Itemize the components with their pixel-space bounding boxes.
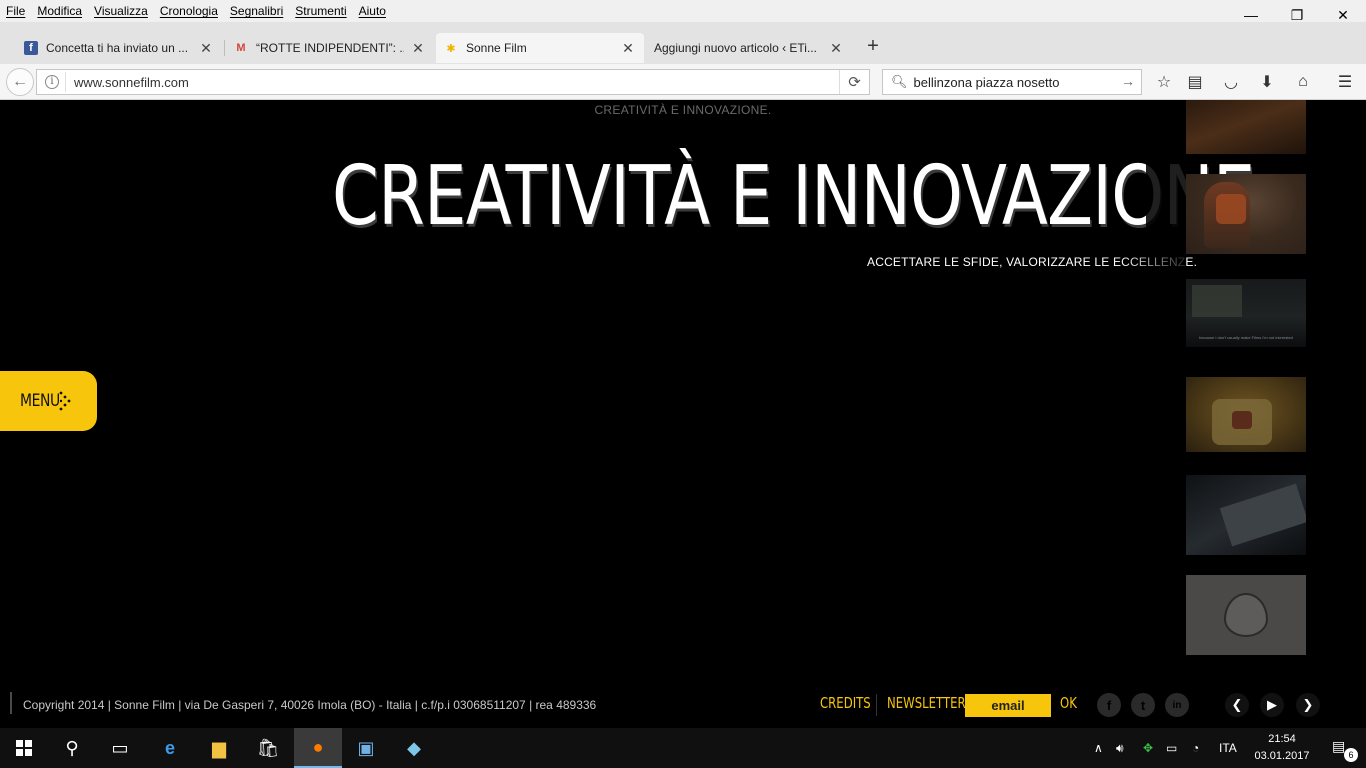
menu-cronologia[interactable]: Cronologia <box>154 4 224 18</box>
taskbar: ⚲ ▭ e ▆ 🛍︎ ● ▣ ◆ ∧ 🔊︎ ✥ ▭ ◔ ITA 21:54 03… <box>0 728 1366 768</box>
tab-sonne-film[interactable]: ✱ Sonne Film ✕ <box>436 33 644 63</box>
reload-icon[interactable]: ⟳ <box>839 70 869 94</box>
file-explorer-icon[interactable]: ▆ <box>195 728 243 768</box>
linkedin-icon[interactable]: in <box>1165 693 1189 717</box>
tab-close-icon[interactable]: ✕ <box>620 40 636 57</box>
address-bar[interactable]: i www.sonnefilm.com ⟳ <box>36 69 870 95</box>
twitter-icon[interactable]: t <box>1131 693 1155 717</box>
menu-visualizza[interactable]: Visualizza <box>88 4 154 18</box>
search-input[interactable]: bellinzona piazza nosetto <box>914 75 1060 90</box>
credits-link[interactable]: CREDITS <box>820 694 871 712</box>
battery-icon[interactable]: ▭ <box>1166 728 1177 768</box>
thumbnail-1[interactable] <box>1186 100 1306 154</box>
new-tab-button[interactable]: + <box>862 36 884 58</box>
facebook-icon: f <box>24 41 38 55</box>
outlook-icon[interactable]: ▣ <box>342 728 390 768</box>
small-tagline: CREATIVITÀ E INNOVAZIONE. <box>594 103 772 117</box>
thumbnail-6[interactable] <box>1186 575 1306 655</box>
back-arrow-icon: ← <box>12 73 28 90</box>
hamburger-menu-icon[interactable]: ☰ <box>1334 72 1356 92</box>
windows-start-icon[interactable] <box>0 728 48 768</box>
wifi-icon[interactable]: ◔ <box>1192 728 1199 768</box>
dropbox-icon[interactable]: ✥ <box>1143 728 1153 768</box>
tab-close-icon[interactable]: ✕ <box>410 40 426 57</box>
newsletter-link[interactable]: NEWSLETTER <box>887 694 966 712</box>
tab-title: Sonne Film <box>466 41 527 55</box>
clock-date: 03.01.2017 <box>1254 750 1310 762</box>
clock[interactable]: 21:54 03.01.2017 <box>1252 731 1312 765</box>
tab-gmail[interactable]: M “ROTTE INDIPENDENTI”: ... ✕ <box>226 34 434 62</box>
subline-overlay <box>1120 250 1186 272</box>
search-bar[interactable]: 🔍︎ bellinzona piazza nosetto → <box>882 69 1142 95</box>
menu-bar: File Modifica Visualizza Cronologia Segn… <box>0 0 1366 22</box>
downloads-icon[interactable]: ⬇ <box>1256 72 1278 92</box>
language-indicator[interactable]: ITA <box>1219 728 1237 768</box>
menu-strumenti[interactable]: Strumenti <box>289 4 352 18</box>
url-text[interactable]: www.sonnefilm.com <box>74 75 189 90</box>
facebook-icon[interactable]: f <box>1097 693 1121 717</box>
notification-count: 6 <box>1344 748 1358 762</box>
play-icon[interactable]: ▶ <box>1260 693 1284 717</box>
bookmark-star-icon[interactable]: ☆ <box>1153 72 1175 92</box>
search-go-icon[interactable]: → <box>1121 73 1135 89</box>
headline-overlay <box>1146 160 1186 250</box>
search-icon: 🔍︎ <box>891 74 908 89</box>
tab-facebook[interactable]: f Concetta ti ha inviato un ... ✕ <box>16 34 222 62</box>
menu-button[interactable]: MENU <box>0 371 97 431</box>
tab-eti-article[interactable]: Aggiungi nuovo articolo ‹ ETi... ✕ <box>646 34 852 62</box>
notes-app-icon[interactable]: ◆ <box>390 728 438 768</box>
tab-bar: f Concetta ti ha inviato un ... ✕ M “ROT… <box>0 22 1366 64</box>
footer: Copyright 2014 | Sonne Film | via De Gas… <box>0 688 1366 728</box>
home-icon[interactable]: ⌂ <box>1292 72 1314 92</box>
ok-button[interactable]: OK <box>1060 694 1077 712</box>
pocket-icon[interactable]: ◡ <box>1220 72 1242 92</box>
thumbnail-caption: because I don't usually make Films I'm n… <box>1199 335 1293 340</box>
search-icon[interactable]: ⚲ <box>48 728 96 768</box>
thumbnail-3[interactable]: because I don't usually make Films I'm n… <box>1186 279 1306 347</box>
thumbnail-5[interactable] <box>1186 475 1306 555</box>
notifications-icon[interactable]: ▤ 6 <box>1332 738 1358 762</box>
tab-title: “ROTTE INDIPENDENTI”: ... <box>256 41 404 55</box>
tray-chevron-icon[interactable]: ∧ <box>1094 728 1103 768</box>
info-icon[interactable]: i <box>45 75 59 89</box>
volume-icon[interactable]: 🔊︎ <box>1116 728 1124 768</box>
gmail-icon: M <box>236 42 246 54</box>
tab-title: Concetta ti ha inviato un ... <box>46 41 189 55</box>
hero-headline: CREATIVITÀ E INNOVAZIONE. <box>332 149 1276 244</box>
email-input[interactable]: email <box>965 694 1051 717</box>
thumbnail-4[interactable] <box>1186 377 1306 452</box>
store-icon[interactable]: 🛍︎ <box>244 728 292 768</box>
task-view-icon[interactable]: ▭ <box>96 728 144 768</box>
menu-segnalibri[interactable]: Segnalibri <box>224 4 289 18</box>
tab-close-icon[interactable]: ✕ <box>828 40 844 57</box>
menu-aiuto[interactable]: Aiuto <box>353 4 392 18</box>
firefox-icon[interactable]: ● <box>294 728 342 768</box>
menu-label: MENU <box>20 391 60 411</box>
prev-arrow-icon[interactable]: ❮ <box>1225 693 1249 717</box>
next-arrow-icon[interactable]: ❯ <box>1296 693 1320 717</box>
back-button[interactable]: ← <box>6 68 34 96</box>
thumbnail-2[interactable] <box>1186 174 1306 254</box>
clock-time: 21:54 <box>1268 733 1296 745</box>
web-page: CREATIVITÀ E INNOVAZIONE. CREATIVITÀ E I… <box>0 100 1366 728</box>
edge-icon[interactable]: e <box>146 728 194 768</box>
sonne-film-icon: ✱ <box>446 42 456 55</box>
tab-close-icon[interactable]: ✕ <box>198 40 214 57</box>
menu-modifica[interactable]: Modifica <box>31 4 88 18</box>
footer-divider <box>10 692 12 714</box>
menu-file[interactable]: File <box>0 4 31 18</box>
copyright-text: Copyright 2014 | Sonne Film | via De Gas… <box>23 698 597 712</box>
navigation-toolbar: ← i www.sonnefilm.com ⟳ 🔍︎ bellinzona pi… <box>0 64 1366 100</box>
tab-title: Aggiungi nuovo articolo ‹ ETi... <box>654 41 817 55</box>
reading-list-icon[interactable]: ▤ <box>1184 72 1206 92</box>
dots-icon <box>59 391 71 411</box>
